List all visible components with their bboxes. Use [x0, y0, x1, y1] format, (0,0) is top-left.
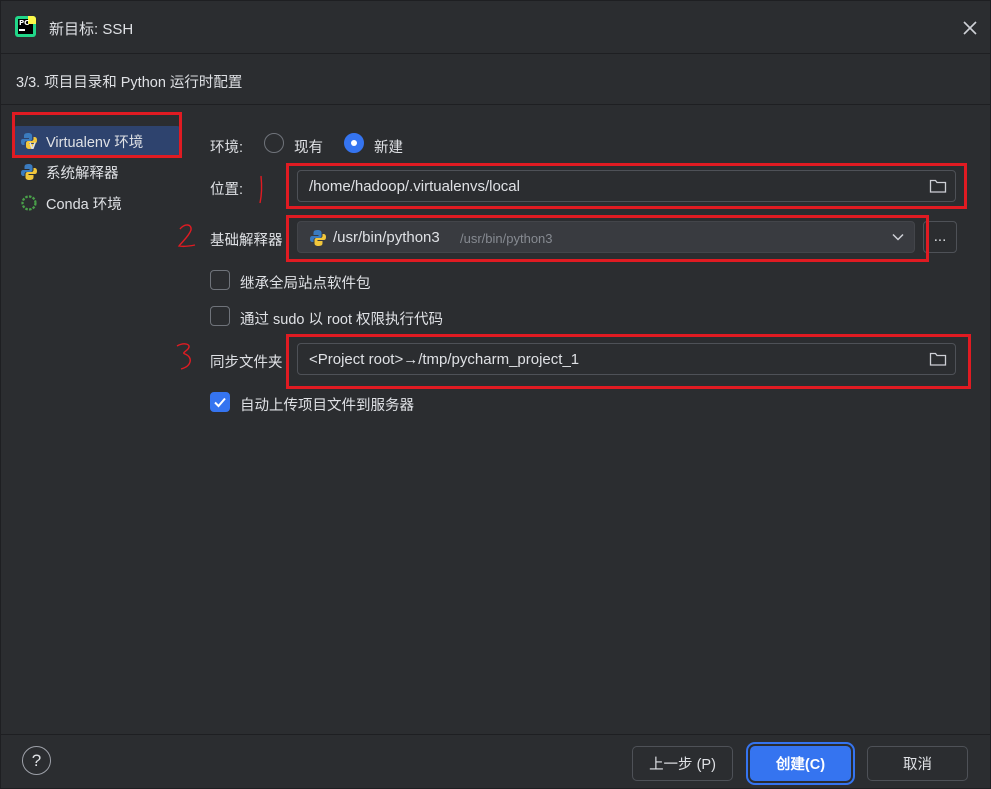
back-button[interactable]: 上一步 (P)	[632, 746, 733, 781]
env-label: 环境:	[210, 140, 244, 156]
env-existing-label[interactable]: 现有	[294, 136, 323, 157]
folder-icon[interactable]	[929, 351, 947, 367]
close-icon	[963, 21, 977, 35]
browse-button-label: ...	[933, 228, 947, 245]
interpreter-type-sidebar: V Virtualenv 环境 系统解释器 Conda 环境	[1, 105, 193, 735]
sidebar-item-label: 系统解释器	[46, 165, 119, 182]
help-button[interactable]: ?	[22, 746, 51, 775]
env-new-radio[interactable]	[344, 133, 364, 153]
step-title: 3/3. 项目目录和 Python 运行时配置	[16, 75, 243, 91]
svg-text:V: V	[29, 142, 36, 150]
sidebar-item-label: Conda 环境	[46, 196, 122, 213]
help-icon: ?	[31, 750, 42, 770]
sidebar-item-conda[interactable]: Conda 环境	[13, 188, 181, 218]
annotation-handwritten-numbers	[176, 175, 263, 370]
base-interpreter-value: /usr/bin/python3	[333, 229, 440, 246]
base-interpreter-combobox[interactable]: /usr/bin/python3 /usr/bin/python3	[297, 221, 915, 253]
create-button[interactable]: 创建(C)	[750, 746, 851, 781]
location-value: /home/hadoop/.virtualenvs/local	[309, 178, 520, 195]
base-interpreter-hint: /usr/bin/python3	[460, 231, 553, 246]
env-new-label[interactable]: 新建	[374, 136, 403, 157]
env-existing-radio[interactable]	[264, 133, 284, 153]
conda-icon	[20, 194, 38, 212]
sidebar-item-virtualenv[interactable]: V Virtualenv 环境	[13, 126, 181, 156]
dialog-footer: ? 上一步 (P) 创建(C) 取消	[1, 734, 990, 789]
browse-interpreter-button[interactable]: ...	[923, 221, 957, 253]
sync-folder-input[interactable]: <Project root>→/tmp/pycharm_project_1	[297, 343, 956, 375]
sidebar-item-system-interpreter[interactable]: 系统解释器	[13, 157, 181, 187]
close-button[interactable]	[958, 16, 982, 40]
window-title: 新目标: SSH	[49, 21, 134, 38]
sidebar-item-label: Virtualenv 环境	[46, 134, 144, 151]
python-icon	[310, 230, 326, 246]
auto-upload-checkbox[interactable]	[210, 392, 230, 412]
step-header: 3/3. 项目目录和 Python 运行时配置	[1, 53, 990, 105]
virtualenv-icon: V	[20, 132, 38, 152]
python-icon	[20, 163, 38, 181]
pycharm-logo-icon: PC	[15, 16, 36, 37]
sync-folder-value: <Project root>→/tmp/pycharm_project_1	[309, 351, 580, 368]
folder-icon[interactable]	[929, 178, 947, 194]
back-button-label: 上一步 (P)	[649, 757, 716, 773]
checkmark-icon	[214, 397, 226, 408]
chevron-down-icon	[892, 233, 904, 241]
create-button-label: 创建(C)	[775, 757, 826, 773]
cancel-button-label: 取消	[903, 757, 932, 773]
auto-upload-label[interactable]: 自动上传项目文件到服务器	[240, 394, 414, 415]
title-bar: PC 新目标: SSH	[1, 1, 990, 53]
location-input[interactable]: /home/hadoop/.virtualenvs/local	[297, 170, 956, 202]
new-target-dialog: PC 新目标: SSH 3/3. 项目目录和 Python 运行时配置 V Vi…	[0, 0, 991, 789]
cancel-button[interactable]: 取消	[867, 746, 968, 781]
